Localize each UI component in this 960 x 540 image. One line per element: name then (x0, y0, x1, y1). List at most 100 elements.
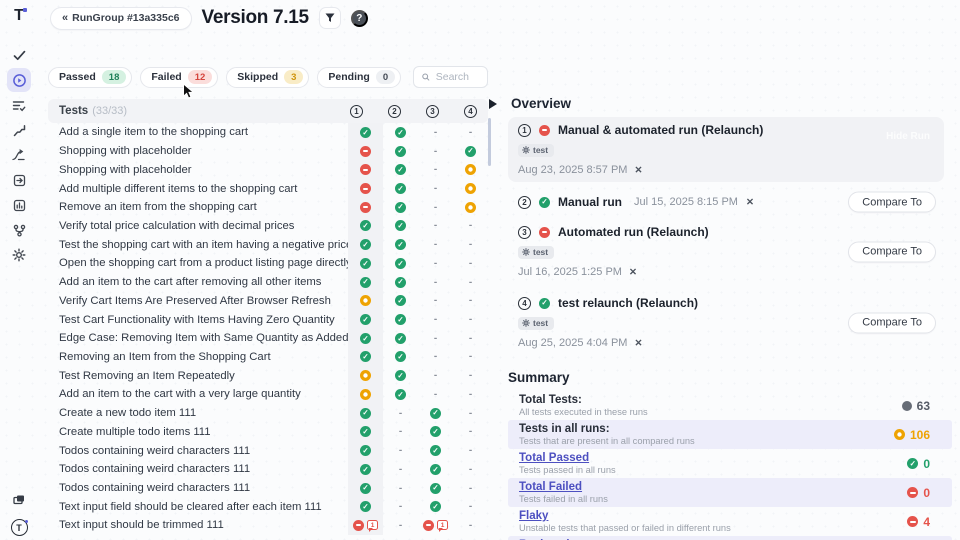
table-row[interactable]: Todos containing weird characters 111 (48, 441, 488, 460)
table-row[interactable]: Verify Cart Items Are Preserved After Br… (48, 291, 488, 310)
summary-row[interactable]: Revieved Previously failing that passed … (508, 536, 952, 540)
summary-row[interactable]: Total Tests: All tests executed in these… (508, 391, 952, 420)
summary-row-label[interactable]: Flaky (519, 510, 907, 522)
remove-run-icon[interactable]: ✕ (634, 338, 642, 349)
run-item[interactable]: 4 test relaunch (Relaunch) test Aug 25, … (508, 290, 944, 355)
run-item[interactable]: 3 Automated run (Relaunch) test Jul 16, … (508, 219, 944, 284)
filter-button-pending[interactable]: Pending 0 (317, 67, 401, 88)
gear-icon[interactable] (7, 243, 31, 267)
table-row[interactable]: Add an item to the cart after removing a… (48, 273, 488, 292)
test-name: Edge Case: Removing Item with Same Quant… (48, 332, 348, 344)
no-run-dash (465, 408, 476, 419)
table-row[interactable]: Test the shopping cart with an item havi… (48, 235, 488, 254)
table-row[interactable]: Test Cart Functionality with Items Havin… (48, 310, 488, 329)
no-run-dash (430, 164, 441, 175)
table-row[interactable]: Verify total price calculation with deci… (48, 217, 488, 236)
status-cell (453, 310, 488, 329)
import-box-icon[interactable] (7, 168, 31, 192)
status-cell (348, 404, 383, 423)
back-to-rungroup-button[interactable]: « RunGroup #13a335c6 (50, 7, 192, 30)
table-row[interactable]: Test Removing an Item Repeatedly (48, 366, 488, 385)
table-row[interactable]: Shopping with placeholder (48, 142, 488, 161)
filter-button-passed[interactable]: Passed 18 (48, 67, 132, 88)
comment-flag-icon[interactable]: 1 (437, 520, 448, 530)
app-logo[interactable]: T (14, 7, 24, 25)
tasks-check-icon[interactable] (7, 43, 31, 67)
passed-status-icon (360, 127, 371, 138)
total-dot-icon (902, 401, 912, 411)
table-row[interactable]: Shopping with placeholder (48, 160, 488, 179)
summary-row[interactable]: Flaky Unstable tests that passed or fail… (508, 507, 952, 536)
run-column-numbers: 1 2 3 4 (339, 99, 488, 123)
run-date: Jul 15, 2025 8:15 PM (634, 196, 738, 208)
git-fork-icon[interactable] (7, 218, 31, 242)
filter-count-badge: 12 (188, 70, 213, 84)
status-cell (453, 291, 488, 310)
list-check-icon[interactable] (7, 93, 31, 117)
filter-label: Pending (328, 71, 369, 83)
run-column-3[interactable]: 3 (426, 105, 439, 118)
summary-row-label[interactable]: Total Tests: (519, 394, 902, 406)
table-row[interactable]: Open the shopping cart from a product li… (48, 254, 488, 273)
summary-row[interactable]: Total Passed Tests passed in all runs 0 (508, 449, 952, 478)
compare-to-button[interactable]: Compare To (848, 241, 936, 262)
status-cell (348, 460, 383, 479)
passed-status-icon (360, 258, 371, 269)
table-row[interactable]: Add an item to the cart with a very larg… (48, 385, 488, 404)
remove-run-icon[interactable]: ✕ (629, 267, 637, 278)
test-name: Verify total price calculation with deci… (48, 220, 348, 232)
table-row[interactable]: Edge Case: Removing Item with Same Quant… (48, 329, 488, 348)
table-row[interactable]: Create a new todo item 111 (48, 404, 488, 423)
tests-table-header: Tests (33/33) 1234 (48, 99, 488, 123)
table-row[interactable]: Text input should be trimmed 111 11 (48, 516, 488, 535)
comment-flag-icon[interactable]: 1 (367, 520, 378, 530)
run-item[interactable]: 2 Manual run Jul 15, 2025 8:15 PM✕ Compa… (508, 191, 944, 213)
test-name: Add multiple different items to the shop… (48, 183, 348, 195)
steps-icon[interactable] (7, 118, 31, 142)
run-column-2[interactable]: 2 (388, 105, 401, 118)
no-run-dash (430, 314, 441, 325)
no-run-dash (430, 146, 441, 157)
status-cell (383, 460, 418, 479)
remove-run-icon[interactable]: ✕ (746, 197, 754, 208)
compare-to-button[interactable]: Compare To (848, 192, 936, 213)
summary-row[interactable]: Tests in all runs: Tests that are presen… (508, 420, 952, 449)
table-row[interactable]: Todos containing weird characters 111 (48, 460, 488, 479)
table-row[interactable]: Removing an Item from the Shopping Cart (48, 348, 488, 367)
run-tag: test (518, 144, 554, 157)
search-box[interactable] (413, 66, 488, 88)
status-cell (348, 385, 383, 404)
branch-arrows-icon[interactable] (7, 143, 31, 167)
summary-row-label[interactable]: Total Failed (519, 481, 907, 493)
remove-run-icon[interactable]: ✕ (634, 165, 642, 176)
no-run-dash (465, 389, 476, 400)
table-row[interactable]: Create multiple todo items 111 (48, 423, 488, 442)
table-row[interactable]: Text input field should be cleared after… (48, 497, 488, 516)
summary-row-label[interactable]: Total Passed (519, 452, 907, 464)
table-row[interactable]: Add a single item to the shopping cart (48, 123, 488, 142)
table-row[interactable]: Remove an item from the shopping cart (48, 198, 488, 217)
report-chart-icon[interactable] (7, 193, 31, 217)
run-column-4[interactable]: 4 (464, 105, 477, 118)
passed-status-icon (430, 501, 441, 512)
table-row[interactable]: Todos containing weird characters 111 (48, 479, 488, 498)
filter-button-skipped[interactable]: Skipped 3 (226, 67, 309, 88)
filter-button-failed[interactable]: Failed 12 (140, 67, 218, 88)
summary-count: 106 (910, 428, 930, 442)
runs-play-circle-icon[interactable] (7, 68, 31, 92)
run-column-1[interactable]: 1 (350, 105, 363, 118)
status-cell (418, 198, 453, 217)
user-avatar[interactable]: T (11, 519, 28, 536)
library-books-icon[interactable] (7, 488, 31, 512)
table-row[interactable]: Add multiple different items to the shop… (48, 179, 488, 198)
summary-row-label[interactable]: Tests in all runs: (519, 423, 894, 435)
collapse-panel-icon[interactable] (489, 99, 497, 109)
help-button[interactable]: ? (351, 10, 368, 27)
filter-funnel-button[interactable] (319, 7, 341, 29)
passed-status-icon (360, 314, 371, 325)
compare-to-button[interactable]: Compare To (848, 312, 936, 333)
run-item[interactable]: 1 Manual & automated run (Relaunch) test… (508, 117, 944, 182)
summary-row[interactable]: Total Failed Tests failed in all runs 0 (508, 478, 952, 507)
search-input[interactable] (436, 71, 479, 83)
passed-status-icon (360, 501, 371, 512)
